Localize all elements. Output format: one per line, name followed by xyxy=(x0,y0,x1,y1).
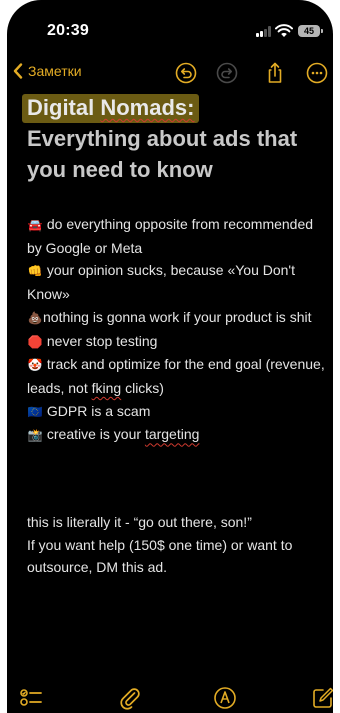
note-title[interactable]: Digital Nomads: Everything about ads tha… xyxy=(22,92,327,185)
back-button[interactable]: Заметки xyxy=(13,63,82,79)
selected-title-text[interactable]: Digital Nomads: xyxy=(22,94,200,123)
poop-icon: 💩 xyxy=(27,310,43,325)
list-item: 🚘 do everything opposite from recommende… xyxy=(27,216,314,256)
title-rest: Everything about ads that you need to kn… xyxy=(27,126,298,182)
more-options-icon[interactable] xyxy=(306,62,328,84)
car-icon: 🚘 xyxy=(27,218,43,232)
undo-icon[interactable] xyxy=(175,62,197,84)
camera-flash-icon: 📸 xyxy=(27,428,43,443)
list-item: 🛑 never stop testing xyxy=(27,330,327,354)
nav-bar: Заметки xyxy=(7,58,333,88)
share-icon[interactable] xyxy=(264,62,286,84)
status-bar: 20:39 45 xyxy=(7,0,333,60)
closing-line-2: If you want help (150$ one time) or want… xyxy=(27,536,293,576)
eu-flag-icon: 🇪🇺 xyxy=(27,404,43,419)
list-item: 📸 creative is your targeting xyxy=(27,423,327,447)
list-item: 🤡 track and optimize for the end goal (r… xyxy=(27,356,325,396)
compose-icon[interactable] xyxy=(311,686,333,710)
status-time: 20:39 xyxy=(47,22,89,39)
battery-icon: 45 xyxy=(298,25,323,37)
cellular-signal-icon xyxy=(256,26,274,37)
closing-line-1: this is literally it - “go out there, so… xyxy=(27,514,252,530)
list-item: 🇪🇺 GDPR is a scam xyxy=(27,400,327,424)
markup-pen-icon[interactable] xyxy=(213,686,237,710)
list-item: 💩nothing is gonna work if your product i… xyxy=(27,306,327,330)
back-label: Заметки xyxy=(28,63,82,79)
notes-app-screen: 20:39 45 Заметки Digital Nomads: Everyth… xyxy=(7,0,333,713)
redo-icon[interactable] xyxy=(216,62,238,84)
stop-sign-icon: 🛑 xyxy=(27,334,43,349)
note-body[interactable]: 🚘 do everything opposite from recommende… xyxy=(27,213,327,447)
checklist-icon[interactable] xyxy=(19,686,43,710)
chevron-left-icon xyxy=(13,63,23,79)
bottom-toolbar xyxy=(7,684,333,713)
wifi-icon xyxy=(275,24,293,37)
fist-icon: 👊 xyxy=(27,264,43,279)
list-item: 👊 your opinion sucks, because «You Don't… xyxy=(27,262,295,303)
clown-icon: 🤡 xyxy=(27,358,43,373)
paperclip-icon[interactable] xyxy=(118,686,142,710)
note-closing[interactable]: this is literally it - “go out there, so… xyxy=(27,511,327,579)
